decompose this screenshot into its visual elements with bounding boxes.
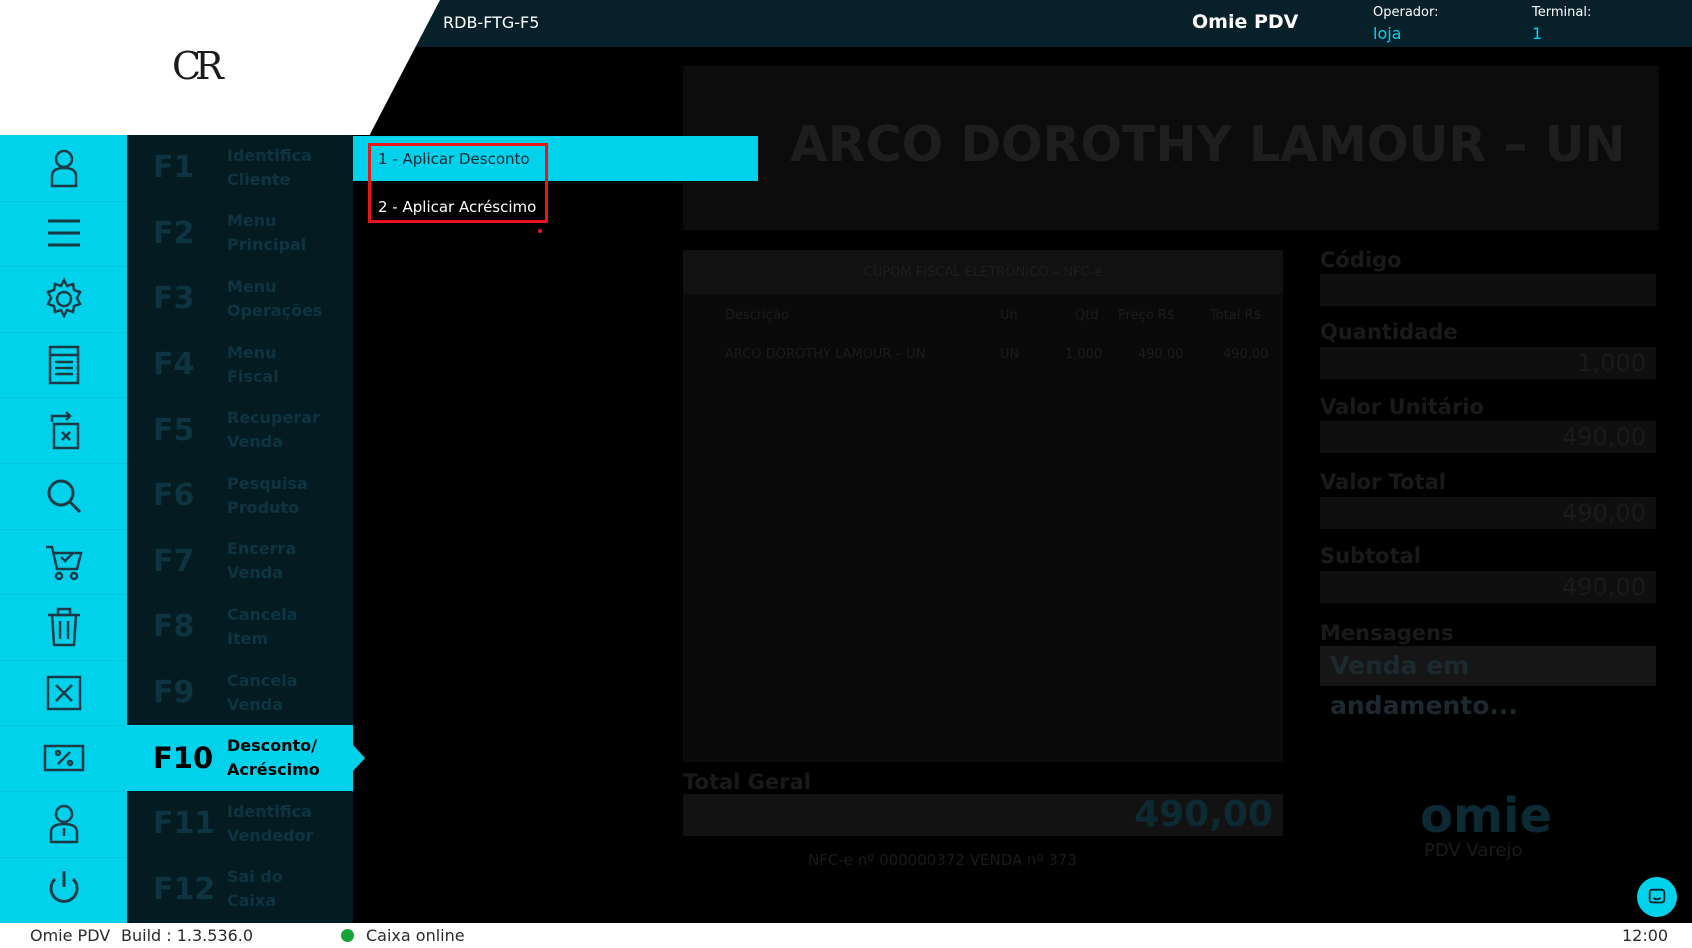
fkey-f9[interactable]: F9 Cancela Venda: [127, 660, 353, 726]
close-box-icon[interactable]: [0, 660, 127, 727]
logo-panel: [0, 0, 440, 135]
terminal-code: RDB-FTG-F5: [443, 13, 540, 32]
fkey-code: F2: [153, 215, 195, 251]
fkey-label: Encerra Venda: [227, 539, 297, 583]
receipt-title: CUPOM FISCAL ELETRÔNICO – NFC-e: [683, 250, 1283, 294]
receipt-panel: [683, 250, 1283, 762]
chat-button[interactable]: [1637, 877, 1677, 917]
menu-icon[interactable]: [0, 201, 127, 268]
valor-total-field: 490,00: [1320, 497, 1656, 529]
highlight-dot: [538, 229, 542, 233]
receipt-col-un: Un: [1000, 308, 1018, 323]
codigo-label: Código: [1320, 248, 1402, 272]
fkey-f5[interactable]: F5 Recuperar Venda: [127, 397, 353, 463]
status-connection: Caixa online: [366, 926, 465, 945]
fkey-label: Identifica Cliente: [227, 145, 312, 189]
omie-subtitle: PDV Varejo: [1424, 840, 1523, 861]
fkey-label: Menu Principal: [227, 211, 307, 255]
fkey-code: F3: [153, 281, 195, 317]
fkey-code: F4: [153, 347, 195, 383]
receipt-row-un: UN: [1000, 347, 1020, 362]
fkey-f11[interactable]: F11 Identifica Vendedor: [127, 791, 353, 857]
quantidade-field: 1,000: [1320, 347, 1656, 379]
trash-icon[interactable]: [0, 594, 127, 661]
receipt-row-preco: 490,00: [1138, 347, 1184, 362]
fkey-code: F12: [153, 871, 216, 907]
status-bar: Omie PDV Build : 1.3.536.0 Caixa online …: [0, 923, 1692, 948]
mensagens-label: Mensagens: [1320, 621, 1454, 645]
terminal-value: 1: [1532, 24, 1543, 43]
operator-value: loja: [1373, 24, 1402, 43]
recover-sale-icon[interactable]: [0, 397, 127, 464]
fkey-f8[interactable]: F8 Cancela Item: [127, 594, 353, 660]
fkey-label: Cancela Item: [227, 604, 298, 648]
app-title: Omie PDV: [1192, 11, 1299, 33]
cart-check-icon[interactable]: [0, 529, 127, 596]
valor-total-label: Valor Total: [1320, 470, 1446, 494]
fkey-f6[interactable]: F6 Pesquisa Produto: [127, 463, 353, 529]
fkey-label: Sai do Caixa: [227, 867, 283, 911]
fkey-f1[interactable]: F1 Identifica Cliente: [127, 135, 353, 201]
seller-icon[interactable]: [0, 791, 127, 858]
fkey-label: Recuperar Venda: [227, 408, 320, 452]
fkey-code: F6: [153, 478, 195, 514]
subtotal-label: Subtotal: [1320, 544, 1421, 568]
fkey-f12[interactable]: F12 Sai do Caixa: [127, 857, 353, 923]
fkey-f7[interactable]: F7 Encerra Venda: [127, 529, 353, 595]
fkey-code: F7: [153, 543, 195, 579]
product-name: ARCO DOROTHY LAMOUR – UN: [790, 116, 1626, 173]
fkey-code: F10: [153, 741, 214, 776]
fkey-label: Desconto/ Acréscimo: [227, 736, 320, 780]
omie-logo: omie: [1420, 788, 1552, 844]
receipt-col-desc: Descrição: [725, 308, 789, 323]
fkey-f10[interactable]: F10 Desconto/ Acréscimo: [127, 725, 353, 791]
subtotal-field: 490,00: [1320, 571, 1656, 603]
function-keys-panel: F1 Identifica Cliente F2 Menu Principal F3…: [127, 135, 353, 923]
fkey-f2[interactable]: F2 Menu Principal: [127, 201, 353, 267]
discount-icon[interactable]: [0, 725, 127, 792]
fkey-label: Menu Operações: [227, 276, 323, 320]
gear-icon[interactable]: [0, 266, 127, 333]
fkey-f3[interactable]: F3 Menu Operações: [127, 266, 353, 332]
status-build: Build : 1.3.536.0: [121, 926, 254, 945]
status-app-name: Omie PDV: [30, 926, 111, 945]
receipt-row-qtd: 1,000: [1065, 347, 1103, 362]
user-icon[interactable]: [0, 135, 127, 202]
fkey-code: F8: [153, 609, 195, 645]
icon-sidebar: [0, 135, 127, 924]
fkey-code: F9: [153, 675, 195, 711]
fkey-code: F11: [153, 806, 216, 842]
receipt-col-preco: Preço R$: [1118, 308, 1176, 323]
total-geral-value: 490,00: [683, 794, 1283, 836]
valor-unitario-field: 490,00: [1320, 421, 1656, 453]
fkey-label: Pesquisa Produto: [227, 473, 308, 517]
store-logo: CR: [172, 44, 224, 88]
nfce-info: NFC-e nº 000000372 VENDA nº 373: [808, 851, 1077, 869]
receipt-col-total: Total R$: [1210, 308, 1262, 323]
fkey-code: F5: [153, 412, 195, 448]
fkey-label: Identifica Vendedor: [227, 801, 314, 845]
fkey-f4[interactable]: F4 Menu Fiscal: [127, 332, 353, 398]
highlight-box: [368, 143, 548, 223]
active-key-pointer: [353, 745, 365, 771]
receipt-row-desc: ARCO DOROTHY LAMOUR – UN: [725, 347, 926, 362]
power-icon[interactable]: [0, 857, 127, 924]
chat-icon: [1648, 888, 1666, 904]
receipt-col-qtd: Qtd: [1075, 308, 1099, 323]
mensagens-box: Venda em andamento...: [1320, 646, 1656, 720]
valor-unitario-label: Valor Unitário: [1320, 395, 1484, 419]
fkey-code: F1: [153, 150, 195, 186]
quantidade-label: Quantidade: [1320, 320, 1458, 344]
codigo-field[interactable]: [1320, 274, 1656, 306]
operator-label: Operador:: [1373, 5, 1439, 20]
fkey-label: Menu Fiscal: [227, 342, 279, 386]
receipt-row-total: 490,00: [1223, 347, 1269, 362]
online-indicator-icon: [341, 929, 354, 942]
receipt-icon[interactable]: [0, 332, 127, 399]
search-icon[interactable]: [0, 463, 127, 530]
fkey-label: Cancela Venda: [227, 670, 298, 714]
total-geral-label: Total Geral: [683, 770, 811, 794]
terminal-label: Terminal:: [1532, 5, 1592, 20]
status-time: 12:00: [1622, 926, 1669, 945]
